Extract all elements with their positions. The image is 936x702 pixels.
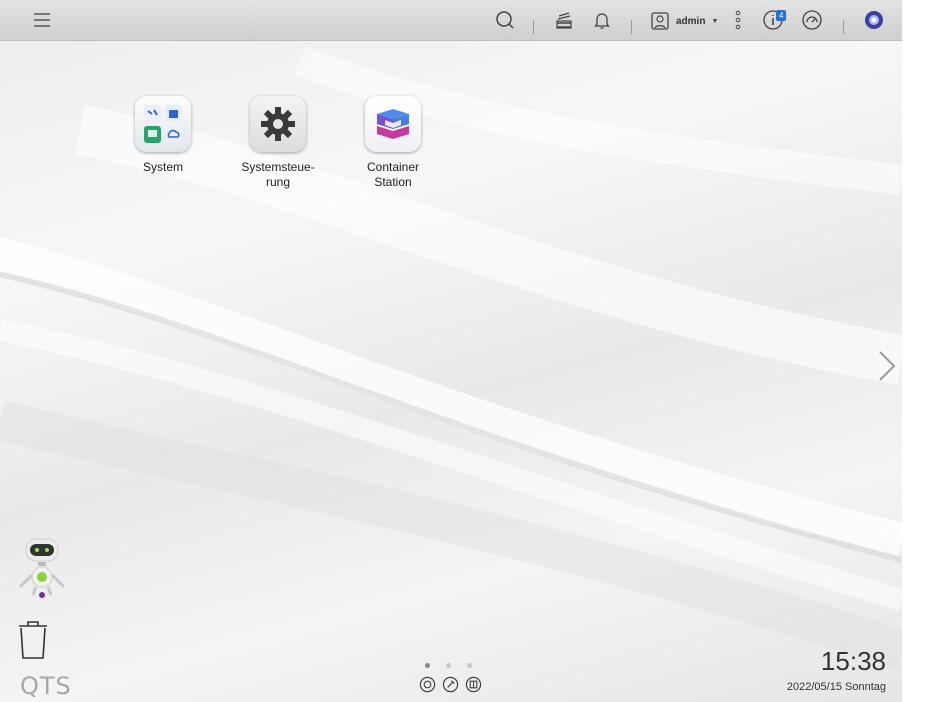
menu-icon[interactable]	[30, 8, 54, 32]
qts-logo: QTS	[20, 672, 72, 700]
user-menu-button[interactable]: admin ▼	[650, 10, 718, 32]
toolbar-separator	[843, 20, 844, 34]
notifications-icon[interactable]	[590, 8, 614, 32]
helpdesk-robot-icon[interactable]	[14, 535, 72, 608]
clock-date: 2022/05/15 Sonntag	[786, 681, 886, 693]
top-bar: admin ▼ 4	[0, 0, 902, 41]
app-systemsteuerung[interactable]: Systemsteue- rung	[228, 96, 328, 190]
show-desktop-icon[interactable]	[465, 676, 482, 693]
system-folder-icon	[135, 96, 191, 152]
user-icon	[651, 12, 669, 30]
myqnapcloud-icon[interactable]	[862, 8, 886, 32]
container-station-icon	[365, 96, 421, 152]
next-page-arrow[interactable]	[876, 350, 898, 387]
tools-icon[interactable]	[442, 676, 459, 693]
clock-time: 15:38	[820, 646, 886, 676]
desktop[interactable]: admin ▼ 4 System Systemsteue- rung Conta…	[0, 0, 902, 702]
app-label: Systemsteue- rung	[241, 160, 315, 189]
app-label: Container Station	[366, 160, 420, 189]
more-options-icon[interactable]	[726, 8, 750, 32]
page-indicator	[425, 663, 472, 668]
page-dot[interactable]	[446, 663, 451, 668]
toolbar-separator	[631, 20, 632, 34]
trash-icon[interactable]	[16, 618, 50, 665]
user-name-label: admin	[676, 15, 706, 27]
toolbar-separator	[533, 20, 534, 34]
app-center-icon[interactable]	[419, 676, 436, 693]
dashboard-icon[interactable]	[800, 8, 824, 32]
app-label: System	[142, 160, 183, 174]
background-tasks-icon[interactable]	[552, 8, 576, 32]
search-icon[interactable]	[493, 8, 517, 32]
chevron-down-icon: ▼	[711, 17, 719, 25]
app-container-station[interactable]: Container Station	[343, 96, 443, 190]
dock	[419, 676, 482, 693]
app-system[interactable]: System	[113, 96, 213, 175]
gear-icon	[250, 96, 306, 152]
notification-count-badge: 4	[776, 10, 787, 21]
page-dot[interactable]	[425, 663, 430, 668]
page-dot[interactable]	[467, 663, 472, 668]
